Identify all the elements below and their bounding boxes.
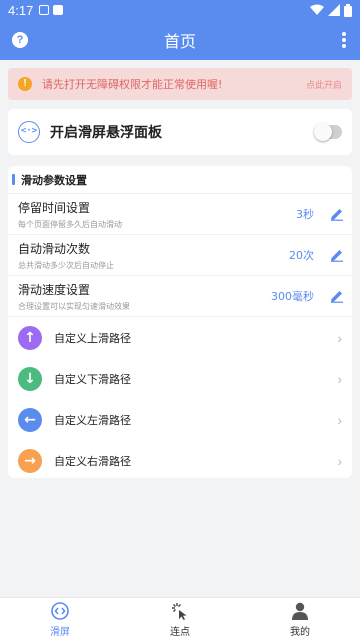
tap-cursor-icon xyxy=(172,602,187,620)
setting-value: 20次 xyxy=(289,249,314,262)
setting-value: 3秒 xyxy=(296,208,314,221)
status-left-icons xyxy=(39,5,64,15)
setting-row-swipe-count[interactable]: 自动滑动次数 总共滑动多少次后自动停止 20次 xyxy=(8,235,352,276)
status-right-icons xyxy=(310,3,352,17)
edit-pencil-icon[interactable] xyxy=(330,289,344,303)
person-icon xyxy=(292,602,308,620)
tab-swipe[interactable]: 滑屏 xyxy=(0,598,120,641)
floating-panel-label: 开启滑屏悬浮面板 xyxy=(50,125,162,141)
setting-desc: 合理设置可以实现匀速滑动效果 xyxy=(18,301,130,311)
section-header: 滑动参数设置 xyxy=(8,166,352,194)
arrow-down-icon: ↓ xyxy=(18,366,42,391)
enable-permission-link[interactable]: 点此开启 xyxy=(306,78,342,91)
path-label: 自定义上滑路径 xyxy=(54,331,131,345)
path-row-down[interactable]: ↓ 自定义下滑路径 › xyxy=(8,358,352,399)
path-row-right[interactable]: → 自定义右滑路径 › xyxy=(8,440,352,481)
chevron-right-icon: › xyxy=(337,452,342,469)
tab-mine[interactable]: 我的 xyxy=(240,598,360,641)
accessibility-notice: ! 请先打开无障碍权限才能正常使用喔! 点此开启 xyxy=(8,68,352,100)
setting-title: 滑动速度设置 xyxy=(18,282,91,297)
arrow-right-icon: → xyxy=(18,448,42,473)
bottom-nav: 滑屏 连点 我的 xyxy=(0,597,360,641)
floating-panel-toggle[interactable] xyxy=(314,123,342,141)
tab-auto-click[interactable]: 连点 xyxy=(120,598,240,641)
help-icon[interactable]: ? xyxy=(12,32,28,48)
tab-label: 滑屏 xyxy=(50,626,70,638)
floating-panel-card: <·> 开启滑屏悬浮面板 xyxy=(8,109,352,155)
setting-title: 自动滑动次数 xyxy=(18,241,91,256)
status-time: 4:17 xyxy=(8,2,34,18)
arrow-left-icon: ← xyxy=(18,407,42,432)
tab-label: 连点 xyxy=(170,626,190,638)
status-bar: 4:17 xyxy=(0,0,360,20)
path-row-left[interactable]: ← 自定义左滑路径 › xyxy=(8,399,352,440)
setting-title: 停留时间设置 xyxy=(18,200,91,215)
tab-label: 我的 xyxy=(290,626,310,638)
section-accent-bar xyxy=(12,174,15,185)
notification-icon xyxy=(39,5,50,15)
wifi-icon xyxy=(310,4,324,15)
page-title: 首页 xyxy=(163,32,196,51)
battery-icon xyxy=(344,3,352,17)
setting-value: 300毫秒 xyxy=(271,290,314,303)
path-label: 自定义右滑路径 xyxy=(54,454,131,468)
more-menu-icon[interactable] xyxy=(342,32,346,48)
setting-row-swipe-speed[interactable]: 滑动速度设置 合理设置可以实现匀速滑动效果 300毫秒 xyxy=(8,276,352,317)
toggle-knob xyxy=(314,123,332,141)
path-label: 自定义左滑路径 xyxy=(54,413,131,427)
setting-row-dwell-time[interactable]: 停留时间设置 每个页面停留多久后自动滑动 3秒 xyxy=(8,194,352,235)
swipe-params-card: 滑动参数设置 停留时间设置 每个页面停留多久后自动滑动 3秒 自动滑动次数 总共… xyxy=(8,166,352,478)
signal-icon xyxy=(328,4,340,16)
setting-desc: 每个页面停留多久后自动滑动 xyxy=(18,219,122,229)
app-bar: ? 首页 xyxy=(0,20,360,60)
notice-message: 请先打开无障碍权限才能正常使用喔! xyxy=(42,78,223,91)
app-notification-icon xyxy=(53,5,64,15)
warning-icon: ! xyxy=(18,77,32,91)
path-label: 自定义下滑路径 xyxy=(54,372,131,386)
chevron-right-icon: › xyxy=(337,411,342,428)
edit-pencil-icon[interactable] xyxy=(330,207,344,221)
path-row-up[interactable]: ↑ 自定义上滑路径 › xyxy=(8,317,352,358)
section-title: 滑动参数设置 xyxy=(21,173,87,187)
chevron-right-icon: › xyxy=(337,370,342,387)
code-icon: <·> xyxy=(18,121,40,143)
code-icon xyxy=(51,601,69,620)
edit-pencil-icon[interactable] xyxy=(330,248,344,262)
setting-desc: 总共滑动多少次后自动停止 xyxy=(18,260,114,270)
arrow-up-icon: ↑ xyxy=(18,325,42,350)
chevron-right-icon: › xyxy=(337,329,342,346)
